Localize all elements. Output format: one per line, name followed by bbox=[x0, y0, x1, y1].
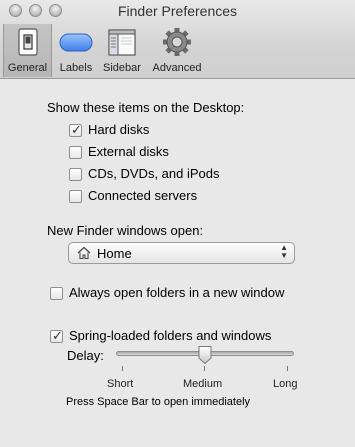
sidebar-window-icon bbox=[106, 27, 138, 60]
general-pane: Show these items on the Desktop: ✓ Hard … bbox=[47, 100, 298, 408]
checkmark-icon: ✓ bbox=[52, 328, 63, 343]
slider-tick bbox=[122, 366, 123, 371]
slider-tick bbox=[287, 366, 288, 371]
space-bar-hint: Press Space Bar to open immediately bbox=[66, 396, 251, 408]
toolbar-labels-button[interactable]: Labels bbox=[56, 24, 96, 77]
home-icon bbox=[77, 246, 91, 263]
gear-icon bbox=[161, 27, 193, 60]
tick-label-short: Short bbox=[107, 378, 134, 390]
checkmark-icon: ✓ bbox=[71, 122, 82, 137]
chevron-updown-icon: ▲ ▼ bbox=[280, 243, 288, 260]
toolbar-general-button[interactable]: General bbox=[3, 24, 52, 77]
new-window-heading: New Finder windows open: bbox=[47, 223, 204, 238]
delay-label: Delay: bbox=[67, 348, 104, 363]
tick-label-long: Long bbox=[273, 378, 298, 390]
finder-preferences-window: Finder Preferences General Labels Sideba… bbox=[0, 0, 355, 447]
desktop-items-heading: Show these items on the Desktop: bbox=[47, 100, 245, 115]
title-toolbar: Finder Preferences General Labels Sideba… bbox=[0, 0, 355, 79]
labels-pill-icon bbox=[58, 27, 94, 60]
toolbar-advanced-button[interactable]: Advanced bbox=[150, 24, 204, 77]
window-title: Finder Preferences bbox=[117, 3, 238, 19]
general-switch-icon bbox=[12, 27, 44, 60]
tick-label-medium: Medium bbox=[183, 378, 223, 390]
delay-slider-knob[interactable] bbox=[197, 345, 213, 368]
toolbar-sidebar-button[interactable]: Sidebar bbox=[99, 24, 145, 77]
new-window-popup[interactable]: Home ▲ ▼ bbox=[68, 242, 295, 264]
